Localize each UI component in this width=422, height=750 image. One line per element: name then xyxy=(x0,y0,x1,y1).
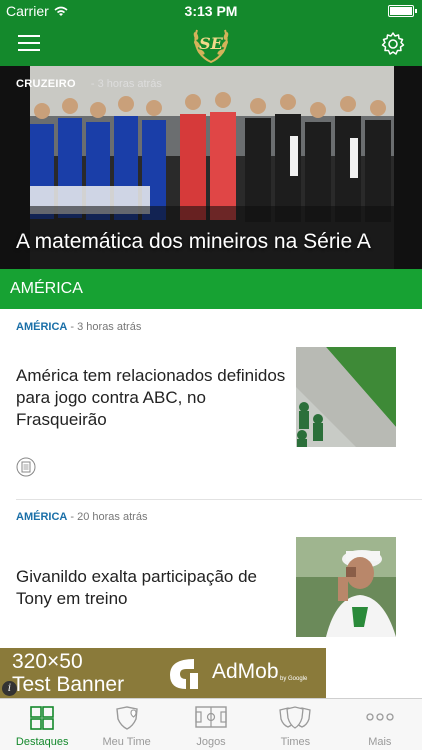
logo-text: SE xyxy=(199,34,224,53)
status-bar: Carrier 3:13 PM xyxy=(0,0,422,22)
tab-times[interactable]: Times xyxy=(253,699,337,750)
featured-time: - 3 horas atrás xyxy=(90,78,162,90)
featured-title[interactable]: A matemática dos mineiros na Série A xyxy=(16,230,371,254)
admob-logo-icon xyxy=(170,659,198,689)
news-category[interactable]: AMÉRICA xyxy=(16,321,67,333)
tab-meu-time[interactable]: Meu Time xyxy=(84,699,168,750)
news-time: - 20 horas atrás xyxy=(67,511,148,523)
news-meta: AMÉRICA - 3 horas atrás xyxy=(16,321,141,333)
shields-icon xyxy=(279,706,312,729)
news-time: - 3 horas atrás xyxy=(67,321,142,333)
tab-label: Destaques xyxy=(15,736,69,748)
shield-heart-icon xyxy=(115,706,138,730)
clock: 3:13 PM xyxy=(184,3,238,19)
more-icon xyxy=(366,713,394,721)
ad-info-icon[interactable]: i xyxy=(2,681,17,696)
news-item[interactable]: AMÉRICA - 20 horas atrás Givanildo exalt… xyxy=(0,499,422,648)
news-thumbnail[interactable] xyxy=(296,347,396,447)
admob-by-google: by Google xyxy=(280,676,308,682)
tab-mais[interactable]: Mais xyxy=(338,699,422,750)
featured-meta: CRUZEIRO - 3 horas atrás xyxy=(16,78,162,90)
gear-icon[interactable] xyxy=(380,31,406,57)
tab-label: Meu Time xyxy=(102,736,151,748)
section-header-america[interactable]: AMÉRICA xyxy=(0,269,422,309)
nav-bar: SE xyxy=(0,22,422,66)
ad-label: Test Banner xyxy=(12,673,125,696)
app-logo: SE xyxy=(193,29,229,64)
hamburger-menu-icon[interactable] xyxy=(18,35,40,53)
featured-category[interactable]: CRUZEIRO xyxy=(16,78,76,90)
tab-label: Jogos xyxy=(196,736,226,748)
ad-size: 320×50 xyxy=(12,650,83,673)
pitch-icon xyxy=(195,706,227,728)
ad-text: 320×50 Test Banner xyxy=(12,650,124,696)
grid-icon xyxy=(30,706,55,730)
admob-brand: AdMob xyxy=(212,660,279,683)
news-item[interactable]: AMÉRICA - 3 horas atrás América tem rela… xyxy=(0,309,422,499)
tab-destaques[interactable]: Destaques xyxy=(0,699,84,750)
news-meta: AMÉRICA - 20 horas atrás xyxy=(16,511,147,523)
news-title[interactable]: América tem relacionados definidos para … xyxy=(16,365,286,431)
featured-story[interactable]: CRUZEIRO - 3 horas atrás A matemática do… xyxy=(0,66,422,269)
battery-icon xyxy=(388,5,417,17)
news-thumbnail[interactable] xyxy=(296,537,396,637)
tab-label: Mais xyxy=(368,736,392,748)
tab-jogos[interactable]: Jogos xyxy=(169,699,253,750)
ad-banner[interactable]: 320×50 Test Banner AdMob by Google i xyxy=(0,648,326,698)
tab-bar: Destaques Meu Time Jogos Times Mais xyxy=(0,698,422,750)
news-title[interactable]: Givanildo exalta participação de Tony em… xyxy=(16,566,286,610)
news-category[interactable]: AMÉRICA xyxy=(16,511,67,523)
tab-label: Times xyxy=(280,736,311,748)
article-icon xyxy=(16,457,36,477)
